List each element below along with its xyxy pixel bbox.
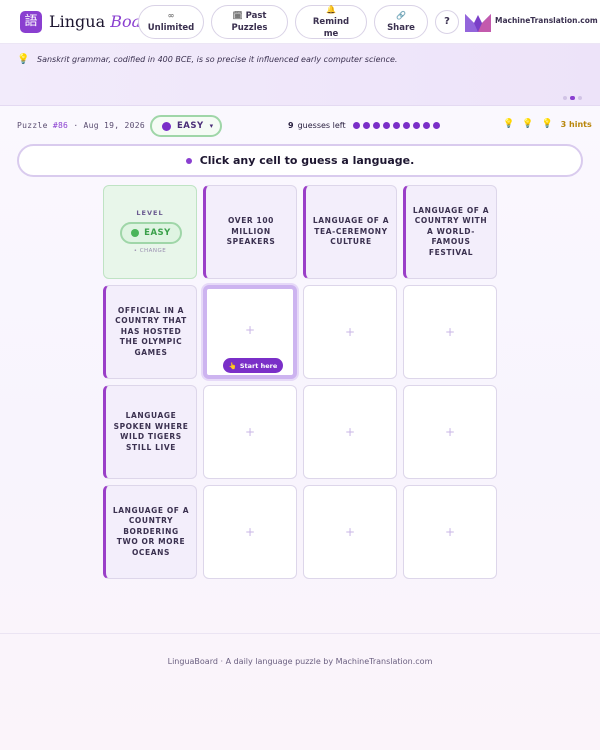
- puzzle-label: Puzzle: [17, 121, 48, 130]
- puzzle-id: #86: [52, 121, 69, 130]
- row-header-3: Language of a country bordering two or m…: [103, 485, 197, 579]
- guess-dot: [402, 122, 410, 129]
- guess-cell-1-3[interactable]: +: [403, 285, 497, 379]
- guess-dot: [422, 122, 430, 129]
- guess-cell-3-1[interactable]: +: [203, 485, 297, 579]
- row-header-text: Language spoken where wild tigers still …: [113, 411, 189, 452]
- column-header-text: Over 100 million speakers: [226, 216, 276, 247]
- calendar-icon: 🗓: [232, 11, 243, 20]
- plus-icon: +: [244, 323, 256, 337]
- partner-name[interactable]: MachineTranslation.com: [495, 16, 598, 25]
- guess-cell-1-1[interactable]: + 👆 Start here: [203, 285, 297, 379]
- guess-dot: [372, 122, 380, 129]
- hint-bulb-icon[interactable]: 💡: [522, 119, 533, 129]
- unlimited-label: Unlimited: [147, 23, 195, 33]
- puzzle-number: Puzzle #86 · Aug 19, 2026: [17, 121, 145, 130]
- column-header-text: Language of a country with a world-famou…: [412, 205, 490, 257]
- fact-text: Sanskrit grammar, codified in 400 BCE, i…: [37, 55, 398, 64]
- footer-divider: [0, 633, 600, 634]
- level-value: EASY: [144, 228, 171, 238]
- remind-me-button[interactable]: 🔔 Remind me: [295, 5, 367, 39]
- start-here-badge: 👆 Start here: [223, 358, 283, 373]
- guess-dot: [392, 122, 400, 129]
- brand-part-1: Lingua: [49, 12, 106, 31]
- guess-cell-2-1[interactable]: +: [203, 385, 297, 479]
- share-button[interactable]: 🔗 Share: [374, 5, 428, 39]
- column-header-3: Language of a country with a world-famou…: [403, 185, 497, 279]
- difficulty-value: EASY: [177, 121, 204, 131]
- start-here-label: Start here: [239, 361, 278, 370]
- guess-dot: [382, 122, 390, 129]
- pager-dot-active[interactable]: [570, 96, 575, 100]
- pager-dot[interactable]: [578, 96, 582, 100]
- past-puzzles-text: 🗓 Past Puzzles: [228, 10, 271, 34]
- guess-cell-3-2[interactable]: +: [303, 485, 397, 579]
- instruction-bar: Click any cell to guess a language.: [17, 144, 583, 177]
- bell-icon: 🔔: [326, 5, 336, 14]
- plus-icon: +: [444, 325, 456, 339]
- plus-icon: +: [244, 425, 256, 439]
- guess-dot: [352, 122, 360, 129]
- level-dot-icon: [131, 229, 140, 237]
- unlimited-button[interactable]: ∞ Unlimited: [138, 5, 204, 39]
- level-pill[interactable]: EASY: [120, 222, 182, 244]
- fact-pager: [563, 96, 582, 100]
- remind-me-label: Remind me: [312, 17, 350, 39]
- pointing-hand-icon: 👆: [228, 361, 237, 370]
- link-icon: 🔗: [396, 11, 406, 20]
- puzzle-date: · Aug 19, 2026: [73, 121, 145, 130]
- chevron-down-icon: ▾: [209, 122, 214, 130]
- plus-icon: +: [344, 325, 356, 339]
- pager-dot[interactable]: [563, 96, 567, 100]
- lightbulb-icon: 💡: [17, 54, 30, 65]
- bullet-icon: [185, 157, 192, 164]
- guess-dots: [352, 122, 440, 129]
- hint-bulb-icon[interactable]: 💡: [541, 119, 552, 129]
- guesses-count: 9: [288, 121, 294, 130]
- guess-cell-1-2[interactable]: +: [303, 285, 397, 379]
- machinetranslation-logo-icon[interactable]: [465, 12, 491, 32]
- row-header-2: Language spoken where wild tigers still …: [103, 385, 197, 479]
- hint-bulb-icon[interactable]: 💡: [503, 119, 514, 129]
- guess-cell-2-2[interactable]: +: [303, 385, 397, 479]
- guess-dot: [412, 122, 420, 129]
- difficulty-dot-icon: [162, 121, 171, 131]
- fact-banner: 💡 Sanskrit grammar, codified in 400 BCE,…: [0, 44, 600, 106]
- row-header-text: Language of a country bordering two or m…: [112, 505, 190, 557]
- plus-icon: +: [244, 525, 256, 539]
- past-puzzles-button[interactable]: 🗓 Past Puzzles: [211, 5, 288, 39]
- guess-dot: [432, 122, 440, 129]
- hints-label: 3 hints: [560, 119, 592, 129]
- difficulty-dropdown[interactable]: EASY ▾: [150, 115, 222, 137]
- column-header-2: Language of a tea-ceremony culture: [303, 185, 397, 279]
- guess-dot: [362, 122, 370, 129]
- share-label: Share: [387, 23, 415, 33]
- remind-me-text: 🔔 Remind me: [310, 4, 352, 40]
- plus-icon: +: [344, 525, 356, 539]
- infinity-icon: ∞: [167, 11, 175, 20]
- app-logo-icon[interactable]: 語: [20, 11, 42, 33]
- footer-text: LinguaBoard · A daily language puzzle by…: [167, 657, 433, 666]
- plus-icon: +: [444, 525, 456, 539]
- row-header-1: Official in a country that has hosted th…: [103, 285, 197, 379]
- plus-icon: +: [444, 425, 456, 439]
- level-cell: LEVEL EASY • CHANGE: [103, 185, 197, 279]
- plus-icon: +: [344, 425, 356, 439]
- column-header-1: Over 100 million speakers: [203, 185, 297, 279]
- hints-area[interactable]: 💡 💡 💡 3 hints: [503, 119, 592, 129]
- top-header: 語 Lingua Board ∞ Unlimited 🗓 Past Puzzle…: [0, 0, 600, 44]
- row-header-text: Official in a country that has hosted th…: [115, 305, 187, 357]
- guesses-counter: 9 guesses left: [288, 121, 440, 130]
- guess-cell-2-3[interactable]: +: [403, 385, 497, 479]
- guess-cell-3-3[interactable]: +: [403, 485, 497, 579]
- guesses-label: guesses left: [297, 121, 346, 130]
- help-button[interactable]: ?: [435, 10, 459, 34]
- column-header-text: Language of a tea-ceremony culture: [312, 216, 390, 247]
- level-label: LEVEL: [136, 209, 164, 217]
- change-level-link[interactable]: • CHANGE: [104, 248, 196, 254]
- instruction-text: Click any cell to guess a language.: [199, 154, 415, 167]
